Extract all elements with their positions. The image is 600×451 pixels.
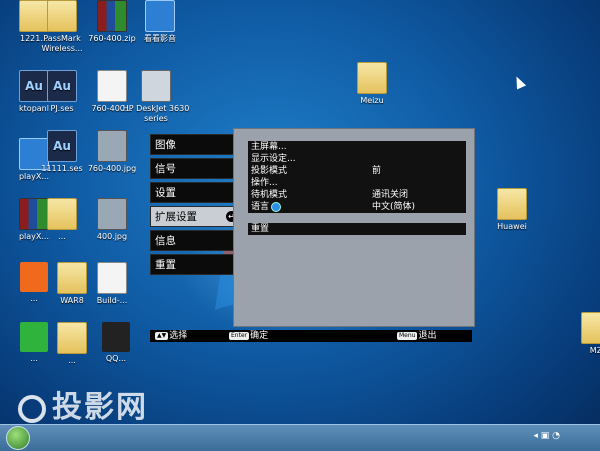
desktop-icon[interactable]: 看看影音 [126,0,194,44]
row-label: 主屏幕... [251,142,287,152]
zip-icon [97,0,127,32]
menu-key-icon: Menu [397,331,418,340]
hint-label: 选择 [169,331,188,341]
arrow-keys-icon: ▲▼ [155,331,169,340]
desktop-icon[interactable]: HP DeskJet 3630 series [122,70,190,124]
row-label: 重置 [251,224,270,234]
row-label: 显示设定... [251,154,296,164]
hint-enter: Enter 确定 [226,330,268,342]
row-label: 操作... [251,178,278,188]
projector-main-menu: 图像 信号 设置 扩展设置 ↵ 信息 重置 [150,134,242,278]
extended-settings-panel: 主屏幕... 显示设定... 投影模式 前 操作... 待机模式 通讯关闭 语言 中文… [233,128,475,327]
start-button[interactable] [6,426,30,450]
watermark-ring-icon [18,394,46,423]
submenu-row-language[interactable]: 语言 中文(简体) [248,201,466,213]
osd-hint-bar: ▲▼ 选择 Enter 确定 Menu 退出 [150,330,472,342]
au-icon: Au [47,130,77,162]
desktop-icon-label: MZ [589,346,600,355]
menu-item-reset[interactable]: 重置 [150,254,242,275]
row-value: 前 [372,166,382,176]
photo-icon [97,130,127,162]
desktop-icon-label: Meizu [360,96,384,105]
desktop-icon-label: HP DeskJet 3630 series [122,104,190,123]
folder-icon [497,188,527,220]
row-label: 投影模式 [251,166,288,176]
desktop-icon-label: 看看影音 [144,34,176,43]
row-value: 通讯关闭 [372,190,409,200]
hint-menu: Menu 退出 [394,330,437,342]
submenu-row-projection-mode[interactable]: 投影模式 前 [248,165,466,177]
submenu-row-reset[interactable]: 重置 [248,223,466,235]
row-label: 语言 [251,202,270,212]
desktop-icon[interactable]: 760-400.jpg [78,130,146,174]
desktop-icon-label: ... [68,356,76,365]
submenu-row-display[interactable]: 显示设定... [248,153,466,165]
folder-icon [47,0,77,32]
submenu-row-home-screen[interactable]: 主屏幕... [248,141,466,153]
desktop-icon[interactable]: 400.jpg [78,198,146,242]
desktop-icon[interactable]: Meizu [338,62,406,106]
menu-item-image[interactable]: 图像 [150,134,242,155]
desktop-icon[interactable]: Huawei [478,188,546,232]
desktop-icon-label: PassMark Wireless... [41,34,83,53]
qq-icon [102,322,130,352]
system-tray[interactable]: ◂ ▣ ◔ [533,431,560,441]
row-value: 中文(简体) [372,202,416,212]
desktop-icon-label: QQ... [105,354,127,363]
blue-icon [145,0,175,32]
menu-item-label: 信号 [155,163,176,175]
desktop-icon[interactable]: Build-... [78,262,146,306]
menu-item-label: 重置 [155,259,176,271]
folder-icon [357,62,387,94]
folder-icon [47,198,77,230]
desktop-icon-label: Huawei [497,222,527,231]
au-icon: Au [47,70,77,102]
menu-item-settings[interactable]: 设置 [150,182,242,203]
submenu-row-operation[interactable]: 操作... [248,177,466,189]
menu-item-label: 设置 [155,187,176,199]
desktop-icon-label: Build-... [96,296,128,305]
mouse-pointer-icon [511,74,527,90]
menu-item-label: 图像 [155,139,176,151]
menu-item-extended-settings[interactable]: 扩展设置 ↵ [150,206,242,227]
desktop-icon-label: ... [30,354,38,363]
photo-icon [97,198,127,230]
watermark-logo: 投影网 [18,382,148,426]
globe-icon [271,201,282,212]
hint-select: ▲▼ 选择 [152,330,187,342]
menu-item-info[interactable]: 信息 [150,230,242,251]
hint-label: 退出 [418,331,437,341]
folder-icon [581,312,600,344]
taskbar: ◂ ▣ ◔ [0,424,600,451]
watermark-text: 投影网 [52,390,148,425]
desktop-icon[interactable]: MZ [562,312,600,356]
menu-item-signal[interactable]: 信号 [150,158,242,179]
desktop-icon-label: 11111.ses [41,164,83,173]
enter-key-icon: Enter [229,331,250,340]
file-icon [97,262,127,294]
desktop-icon[interactable]: QQ... [82,322,150,364]
desktop-icon-label: ... [30,294,38,303]
desktop-icon-label: ... [58,232,66,241]
desktop-icon-label: PJ.ses [50,104,74,113]
printer-icon [141,70,171,102]
menu-item-label: 信息 [155,235,176,247]
desktop-icon-label: 760-400.jpg [87,164,137,173]
hint-label: 确定 [250,331,269,341]
menu-item-label: 扩展设置 [155,211,197,223]
row-label: 待机模式 [251,190,288,200]
desktop-icon-label: 400.jpg [96,232,128,241]
submenu-row-standby-mode[interactable]: 待机模式 通讯关闭 [248,189,466,201]
